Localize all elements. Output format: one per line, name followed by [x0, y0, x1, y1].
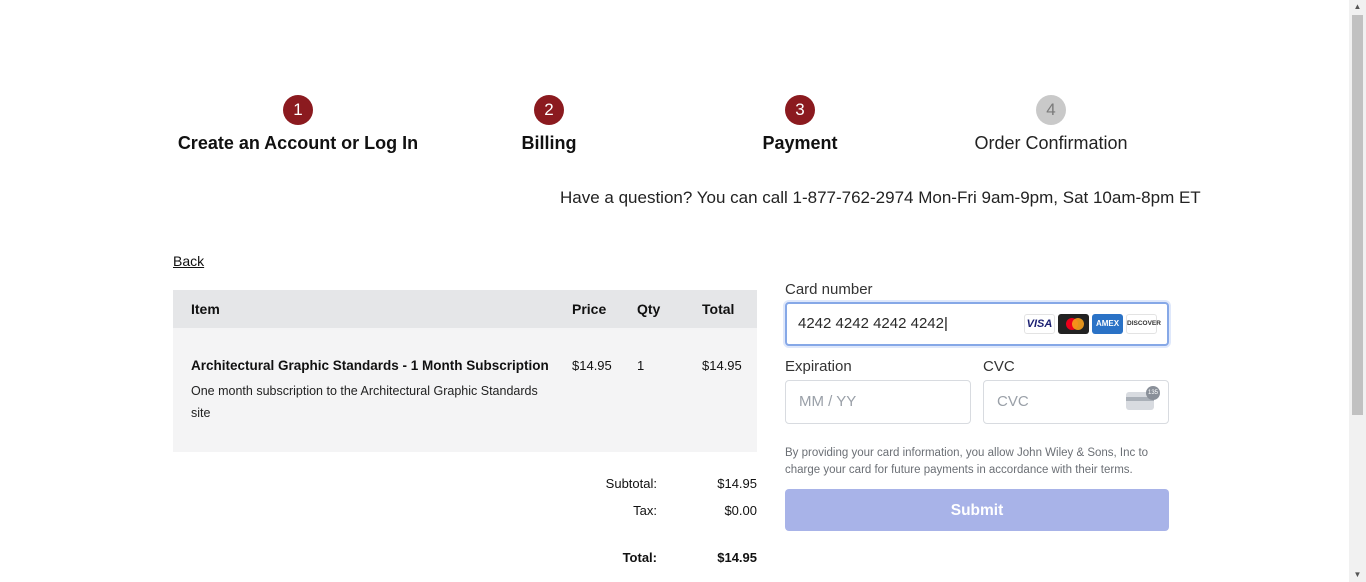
header-price: Price: [572, 301, 607, 317]
step-4-label: Order Confirmation: [974, 133, 1128, 153]
cvc-label: CVC: [983, 358, 1015, 375]
step-4-number: 4: [1036, 95, 1066, 125]
step-4: 4 Order Confirmation: [921, 95, 1181, 154]
expiration-placeholder: MM / YY: [799, 393, 857, 410]
table-row: Architectural Graphic Standards - 1 Mont…: [173, 328, 757, 452]
step-3-number: 3: [785, 95, 815, 125]
cvc-input[interactable]: CVC 135: [983, 380, 1169, 424]
scroll-down-icon[interactable]: ▼: [1349, 568, 1366, 582]
page-scrollbar[interactable]: ▲ ▼: [1349, 0, 1366, 582]
step-1-number: 1: [283, 95, 313, 125]
mastercard-icon: [1058, 314, 1089, 334]
item-description: One month subscription to the Architectu…: [191, 384, 538, 420]
step-2-number: 2: [534, 95, 564, 125]
item-total: $14.95: [702, 358, 742, 373]
back-link[interactable]: Back: [173, 253, 204, 269]
step-2-label: Billing: [521, 133, 577, 153]
visa-icon: VISA: [1024, 314, 1055, 334]
item-price: $14.95: [572, 358, 612, 373]
discover-icon: DISCOVER: [1126, 314, 1161, 334]
submit-button[interactable]: Submit: [785, 489, 1169, 531]
item-name: Architectural Graphic Standards - 1 Mont…: [191, 358, 549, 373]
expiration-label: Expiration: [785, 358, 852, 375]
support-phone-text: Have a question? You can call 1-877-762-…: [560, 188, 1201, 207]
subtotal-label: Subtotal:: [605, 476, 657, 491]
cvc-badge: 135: [1146, 386, 1160, 400]
tax-value: $0.00: [724, 503, 757, 518]
card-authorization-text: By providing your card information, you …: [785, 447, 1149, 476]
step-1-label: Create an Account or Log In: [177, 133, 419, 153]
step-2: 2 Billing: [419, 95, 679, 154]
card-number-input[interactable]: 4242 4242 4242 4242| VISA AMEX DISCOVER: [785, 302, 1169, 346]
scrollbar-thumb[interactable]: [1352, 15, 1363, 415]
step-1: 1 Create an Account or Log In: [168, 95, 428, 154]
step-3: 3 Payment: [670, 95, 930, 154]
item-qty: 1: [637, 358, 645, 373]
cart-table-header: Item Price Qty Total: [173, 290, 757, 328]
expiration-input[interactable]: MM / YY: [785, 380, 971, 424]
total-value: $14.95: [717, 550, 757, 565]
header-qty: Qty: [637, 301, 661, 317]
scroll-up-icon[interactable]: ▲: [1349, 0, 1366, 14]
cvc-placeholder: CVC: [997, 393, 1029, 410]
amex-icon: AMEX: [1092, 314, 1123, 334]
tax-label: Tax:: [633, 503, 657, 518]
total-label: Total:: [622, 550, 657, 565]
header-total: Total: [702, 301, 735, 317]
cvc-card-icon: 135: [1126, 386, 1160, 410]
step-3-label: Payment: [762, 133, 838, 153]
header-item: Item: [191, 301, 220, 317]
subtotal-value: $14.95: [717, 476, 757, 491]
card-brand-logos: VISA AMEX DISCOVER: [1024, 314, 1161, 334]
card-number-value: 4242 4242 4242 4242: [798, 315, 944, 332]
card-number-label: Card number: [785, 281, 873, 298]
